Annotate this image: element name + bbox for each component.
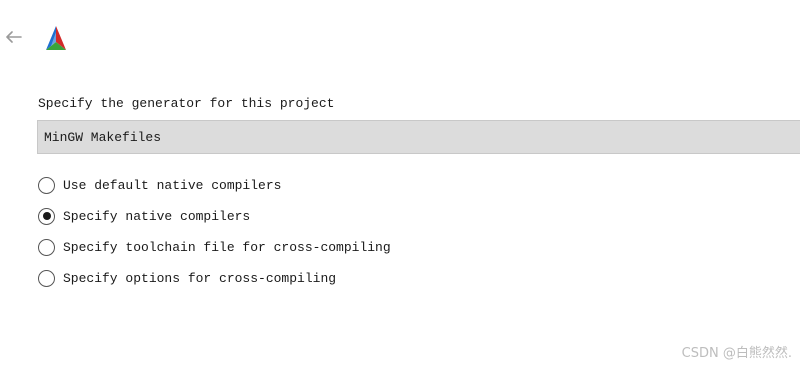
back-button[interactable] bbox=[4, 27, 24, 47]
watermark: CSDN @白熊然然. bbox=[681, 346, 792, 361]
radio-button[interactable] bbox=[38, 238, 55, 256]
radio-label: Use default native compilers bbox=[63, 177, 282, 193]
compiler-options-group: Use default native compilers Specify nat… bbox=[38, 175, 391, 299]
generator-dropdown[interactable]: MinGW Makefiles bbox=[37, 120, 800, 154]
radio-button-selected[interactable] bbox=[38, 207, 55, 225]
generator-label: Specify the generator for this project bbox=[38, 96, 335, 111]
radio-use-default-native-compilers[interactable]: Use default native compilers bbox=[38, 175, 391, 195]
radio-label: Specify native compilers bbox=[63, 208, 251, 224]
radio-dot bbox=[42, 212, 51, 220]
radio-button[interactable] bbox=[38, 269, 55, 287]
radio-label: Specify toolchain file for cross-compili… bbox=[63, 239, 391, 255]
cmake-logo-icon bbox=[46, 26, 66, 50]
radio-specify-native-compilers[interactable]: Specify native compilers bbox=[38, 206, 391, 226]
radio-specify-toolchain-file[interactable]: Specify toolchain file for cross-compili… bbox=[38, 237, 391, 257]
generator-selected-value: MinGW Makefiles bbox=[44, 129, 162, 145]
radio-button[interactable] bbox=[38, 176, 55, 194]
arrow-left-icon bbox=[6, 31, 22, 43]
cmake-wizard-page: Specify the generator for this project M… bbox=[0, 0, 800, 367]
radio-label: Specify options for cross-compiling bbox=[63, 270, 337, 286]
radio-specify-options-cross-compiling[interactable]: Specify options for cross-compiling bbox=[38, 268, 391, 288]
